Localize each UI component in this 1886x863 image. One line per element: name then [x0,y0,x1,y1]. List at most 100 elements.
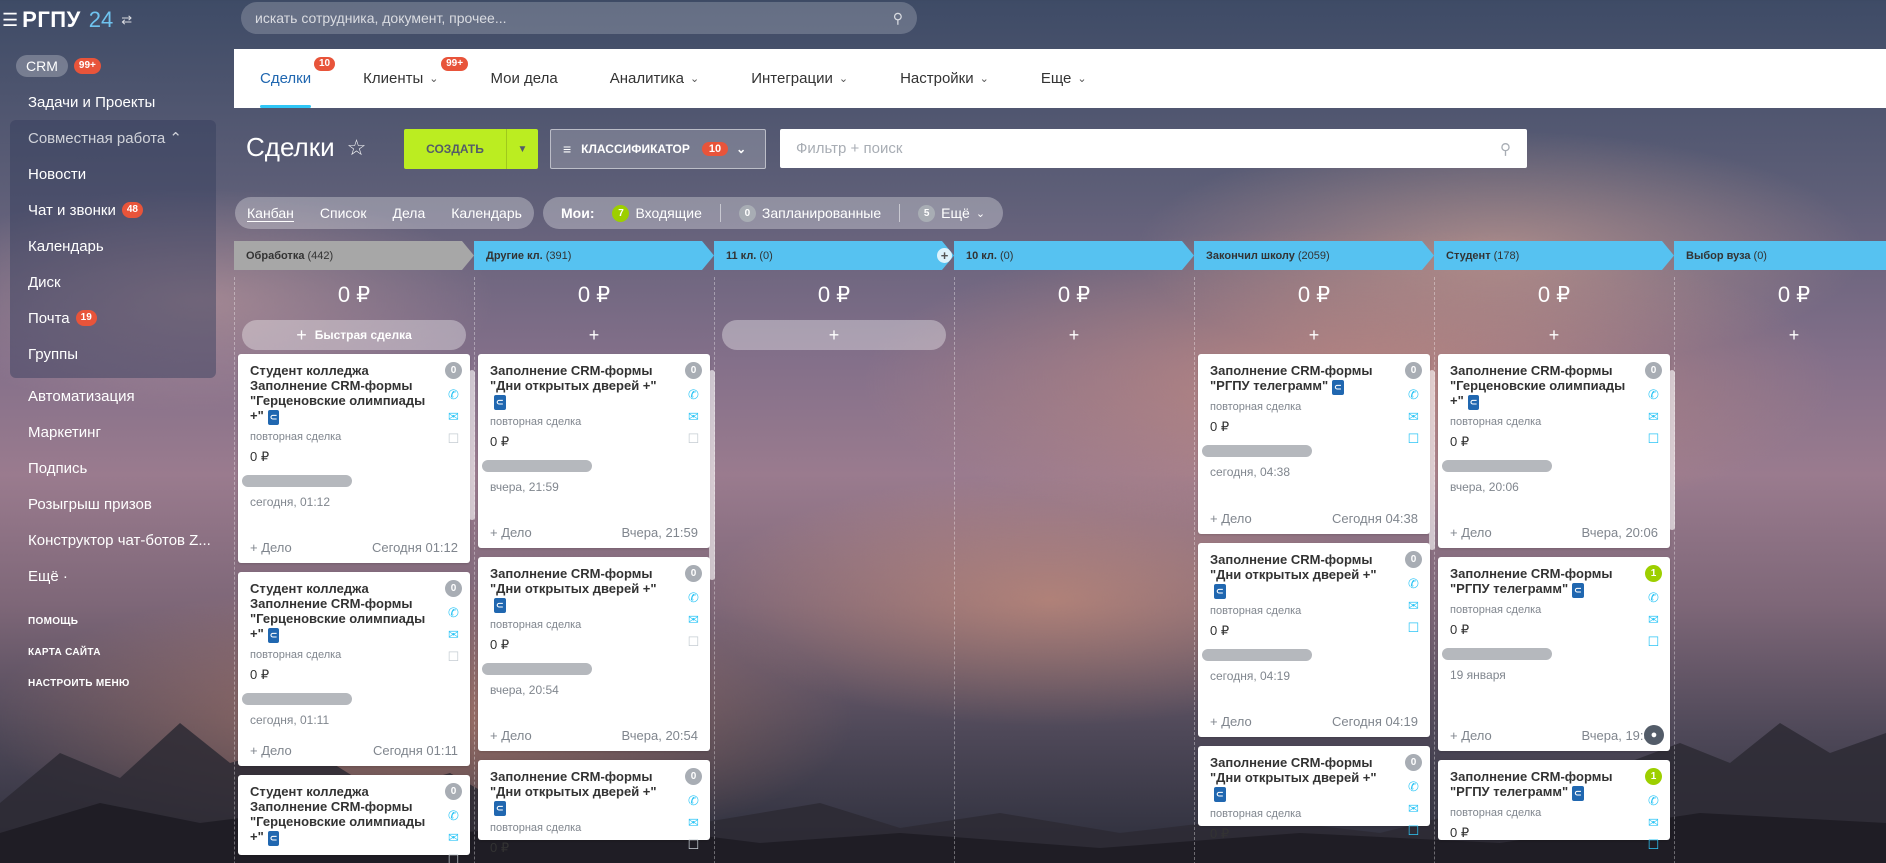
sidebar-sitemap-link[interactable]: КАРТА САЙТА [0,637,230,668]
app-logo[interactable]: ☰ РГПУ 24 ⇄ [0,0,240,40]
chat-icon[interactable]: ☐ [688,635,700,648]
sidebar-item-chatbots[interactable]: Конструктор чат-ботов Z... [0,522,230,558]
chat-icon[interactable]: ☐ [1648,432,1660,445]
classifier-button[interactable]: ≡ КЛАССИФИКАТОР 10 ⌄ [550,129,766,169]
chat-icon[interactable]: ☐ [1408,621,1420,634]
tab-more[interactable]: Еще ⌄ [1015,49,1113,108]
global-search[interactable]: искать сотрудника, документ, прочее... ⚲ [241,2,917,34]
mail-icon[interactable]: ✉ [448,831,459,844]
deal-title[interactable]: Заполнение CRM-формы "Дни открытых двере… [490,363,670,410]
sidebar-help-link[interactable]: ПОМОЩЬ [0,606,230,637]
star-icon[interactable]: ☆ [347,135,367,161]
deal-title[interactable]: Студент колледжа Заполнение CRM-формы "Г… [250,363,430,425]
deal-card[interactable]: Студент колледжа Заполнение CRM-формы "Г… [238,775,470,863]
mail-icon[interactable]: ✉ [1648,816,1659,829]
chat-icon[interactable]: ☐ [448,853,460,863]
mail-icon[interactable]: ✉ [688,816,699,829]
deal-card[interactable]: Студент колледжа Заполнение CRM-формы "Г… [238,354,470,563]
sidebar-item-marketing[interactable]: Маркетинг [0,414,230,450]
quick-add-button[interactable]: + [1444,320,1664,350]
deal-card[interactable]: Заполнение CRM-формы "Дни открытых двере… [1198,746,1430,841]
add-activity-link[interactable]: + Дело [490,728,532,743]
sidebar-item-tasks[interactable]: Задачи и Проекты [0,84,230,120]
view-list[interactable]: Список [320,205,367,221]
deal-title[interactable]: Заполнение CRM-формы "Дни открытых двере… [1210,552,1390,599]
deal-title[interactable]: Заполнение CRM-формы "РГПУ телеграмм" ⊂ [1210,363,1390,395]
deal-card[interactable]: Заполнение CRM-формы "Дни открытых двере… [478,557,710,751]
phone-icon[interactable]: ✆ [1648,794,1659,807]
deal-title[interactable]: Заполнение CRM-формы "РГПУ телеграмм" ⊂ [1450,566,1630,598]
deal-title[interactable]: Заполнение CRM-формы "Герценовские олимп… [1450,363,1630,410]
column-header[interactable]: Студент (178) [1434,241,1674,270]
chat-icon[interactable]: ☐ [1648,838,1660,851]
mail-icon[interactable]: ✉ [1648,613,1659,626]
deal-card[interactable]: Заполнение CRM-формы "Герценовские олимп… [1438,354,1670,548]
deal-card[interactable]: Заполнение CRM-формы "РГПУ телеграмм" ⊂ по… [1198,354,1430,534]
phone-icon[interactable]: ✆ [448,606,459,619]
chat-icon[interactable]: ☐ [1408,824,1420,837]
search-icon[interactable]: ⚲ [893,10,903,27]
deal-card[interactable]: Заполнение CRM-формы "Дни открытых двере… [478,354,710,548]
filter-search[interactable]: Фильтр + поиск ⚲ [780,129,1527,168]
chat-icon[interactable]: ☐ [1648,635,1660,648]
phone-icon[interactable]: ✆ [688,388,699,401]
deal-title[interactable]: Заполнение CRM-формы "Дни открытых двере… [490,769,670,816]
phone-icon[interactable]: ✆ [688,591,699,604]
tab-my-tasks[interactable]: Мои дела [465,49,584,108]
tab-analytics[interactable]: Аналитика ⌄ [584,49,725,108]
create-button[interactable]: СОЗДАТЬ ▼ [404,129,538,169]
sidebar-item-disk[interactable]: Диск [10,264,216,300]
phone-icon[interactable]: ✆ [448,388,459,401]
sidebar-item-crm[interactable]: CRM 99+ [0,48,230,84]
search-input[interactable]: искать сотрудника, документ, прочее... [255,10,893,26]
switch-icon[interactable]: ⇄ [121,12,132,28]
sidebar-configure-link[interactable]: НАСТРОИТЬ МЕНЮ [0,668,230,699]
filter-input[interactable]: Фильтр + поиск [796,140,1500,157]
chat-icon[interactable]: ☐ [688,838,700,851]
chevron-down-icon[interactable]: ▼ [506,129,538,169]
counter-more[interactable]: 5 Ещё ⌄ [918,204,985,222]
sidebar-item-sign[interactable]: Подпись [0,450,230,486]
view-activities[interactable]: Дела [392,205,425,221]
chat-icon[interactable]: ☐ [448,650,460,663]
add-activity-link[interactable]: + Дело [1450,525,1492,540]
counter-incoming[interactable]: 7 Входящие [612,204,702,222]
search-icon[interactable]: ⚲ [1500,140,1511,158]
mail-icon[interactable]: ✉ [688,410,699,423]
deal-card[interactable]: Заполнение CRM-формы "Дни открытых двере… [478,760,710,855]
sidebar-item-prizes[interactable]: Розыгрыш призов [0,486,230,522]
add-activity-link[interactable]: + Дело [1450,728,1492,743]
mail-icon[interactable]: ✉ [448,410,459,423]
quick-add-button[interactable]: + [1204,320,1424,350]
mail-icon[interactable]: ✉ [1408,410,1419,423]
mail-icon[interactable]: ✉ [1648,410,1659,423]
phone-icon[interactable]: ✆ [1648,388,1659,401]
column-header[interactable]: Обработка (442) [234,241,474,270]
sidebar-item-more[interactable]: Ещё · [0,558,230,594]
phone-icon[interactable]: ✆ [448,809,459,822]
view-kanban[interactable]: Канбан [247,205,294,222]
mail-icon[interactable]: ✉ [688,613,699,626]
phone-icon[interactable]: ✆ [1648,591,1659,604]
deal-title[interactable]: Студент колледжа Заполнение CRM-формы "Г… [250,784,430,846]
sidebar-item-chat[interactable]: Чат и звонки 48 [10,192,216,228]
phone-icon[interactable]: ✆ [1408,577,1419,590]
mail-icon[interactable]: ✉ [448,628,459,641]
sidebar-item-news[interactable]: Новости [10,156,216,192]
column-scrollbar[interactable] [1669,370,1675,530]
mail-icon[interactable]: ✉ [1408,802,1419,815]
chat-icon[interactable]: ☐ [1408,432,1420,445]
chat-icon[interactable]: ☐ [688,432,700,445]
chat-icon[interactable]: ☐ [448,432,460,445]
deal-card[interactable]: Заполнение CRM-формы "Дни открытых двере… [1198,543,1430,737]
column-scrollbar[interactable] [469,370,475,520]
add-activity-link[interactable]: + Дело [250,743,292,758]
quick-add-button[interactable]: + [722,320,946,350]
column-scrollbar[interactable] [1429,370,1435,550]
sidebar-item-automation[interactable]: Автоматизация [0,378,230,414]
tab-deals[interactable]: Сделки 10 [234,49,337,108]
counter-planned[interactable]: 0 Запланированные [738,204,881,222]
quick-add-button[interactable]: + [964,320,1184,350]
add-activity-link[interactable]: + Дело [1210,511,1252,526]
phone-icon[interactable]: ✆ [1408,780,1419,793]
